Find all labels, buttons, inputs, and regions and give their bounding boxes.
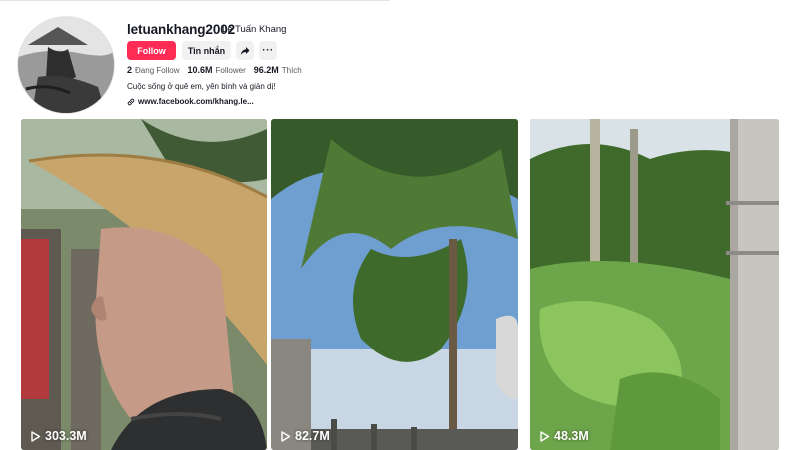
following-stat[interactable]: 2 Đang Follow	[127, 65, 179, 75]
video-2-image	[271, 119, 518, 450]
avatar[interactable]	[17, 16, 115, 114]
following-label: Đang Follow	[135, 66, 180, 75]
video-thumbnail-1[interactable]: 303.3M	[21, 119, 267, 450]
video-1-view-count: 303.3M	[45, 429, 87, 443]
video-thumbnail-2[interactable]: 82.7M	[271, 119, 518, 450]
profile-link-text: www.facebook.com/khang.le...	[138, 97, 254, 106]
followers-count: 10.6M	[187, 65, 213, 75]
video-3-view-count: 48.3M	[554, 429, 589, 443]
username: letuankhang2002	[127, 22, 236, 37]
likes-count: 96.2M	[253, 65, 279, 75]
likes-stat: 96.2M Thích	[254, 65, 302, 75]
top-divider	[0, 0, 390, 1]
video-3-views: 48.3M	[539, 429, 589, 443]
avatar-photo	[18, 17, 114, 113]
profile-link[interactable]: www.facebook.com/khang.le...	[127, 97, 254, 106]
following-count: 2	[127, 65, 133, 75]
message-button[interactable]: Tin nhắn	[182, 41, 231, 60]
more-options-button[interactable]: ···	[259, 41, 277, 60]
video-2-view-count: 82.7M	[295, 429, 330, 443]
likes-label: Thích	[281, 66, 302, 75]
video-thumbnail-3[interactable]: 48.3M	[530, 119, 779, 450]
video-3-image	[530, 119, 779, 450]
followers-stat[interactable]: 10.6M Follower	[187, 65, 245, 75]
video-1-views: 303.3M	[30, 429, 87, 443]
play-icon	[540, 430, 550, 442]
followers-label: Follower	[215, 66, 246, 75]
share-icon	[240, 46, 250, 55]
nickname: Lê Tuấn Khang	[222, 24, 287, 35]
profile-bio: Cuộc sống ở quê em, yên bình và giản dị!	[127, 82, 276, 91]
video-2-views: 82.7M	[280, 429, 330, 443]
play-icon	[281, 430, 291, 442]
link-icon	[127, 98, 135, 105]
share-button[interactable]	[236, 41, 254, 60]
follow-button[interactable]: Follow	[127, 41, 176, 60]
video-1-image	[21, 119, 267, 450]
profile-stats: 2 Đang Follow 10.6M Follower 96.2M Thích	[127, 65, 302, 75]
play-icon	[31, 430, 41, 442]
